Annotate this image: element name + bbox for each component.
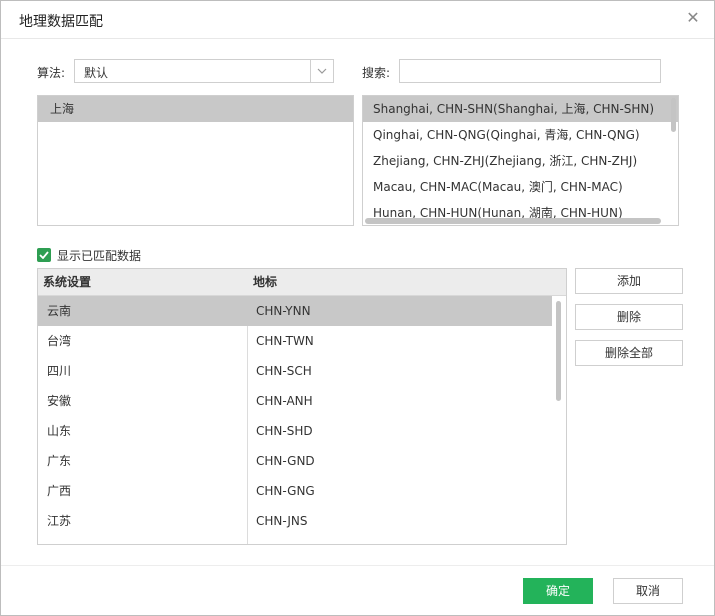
footer-divider <box>1 565 714 566</box>
table-row[interactable]: 云南 CHN-YNN <box>38 296 552 326</box>
list-item[interactable]: Zhejiang, CHN-ZHJ(Zhejiang, 浙江, CHN-ZHJ) <box>363 148 678 174</box>
dialog-title: 地理数据匹配 <box>19 14 103 30</box>
chevron-down-icon[interactable] <box>310 60 333 82</box>
table-row[interactable]: 安徽 CHN-ANH <box>38 386 552 416</box>
delete-button[interactable]: 删除 <box>575 304 683 330</box>
cancel-button[interactable]: 取消 <box>613 578 683 604</box>
geo-data-match-dialog: 地理数据匹配 ✕ 算法: 默认 搜索: 上海 Shanghai, CHN-SHN… <box>0 0 715 616</box>
table-body: 云南 CHN-YNN 台湾 CHN-TWN 四川 CHN-SCH 安徽 CHN-… <box>38 296 552 536</box>
table-row[interactable]: 四川 CHN-SCH <box>38 356 552 386</box>
table-vertical-scrollbar[interactable] <box>556 301 561 401</box>
cell-landmark: CHN-JNS <box>256 514 308 528</box>
cell-landmark: CHN-TWN <box>256 334 314 348</box>
cell-system: 山东 <box>47 424 72 438</box>
table-row[interactable]: 台湾 CHN-TWN <box>38 326 552 356</box>
cell-landmark: CHN-SHD <box>256 424 313 438</box>
list-item[interactable]: Macau, CHN-MAC(Macau, 澳门, CHN-MAC) <box>363 174 678 200</box>
cell-landmark: CHN-YNN <box>256 304 311 318</box>
search-input[interactable] <box>399 59 661 83</box>
list-item[interactable]: Shanghai, CHN-SHN(Shanghai, 上海, CHN-SHN) <box>363 96 678 122</box>
horizontal-scrollbar[interactable] <box>365 218 661 224</box>
algorithm-label: 算法: <box>37 66 66 80</box>
add-button[interactable]: 添加 <box>575 268 683 294</box>
cell-landmark: CHN-SCH <box>256 364 312 378</box>
cell-landmark: CHN-ANH <box>256 394 313 408</box>
checkbox-checked-icon[interactable] <box>37 248 51 262</box>
source-list[interactable]: 上海 <box>37 95 354 226</box>
cell-system: 广西 <box>47 484 72 498</box>
table-row[interactable]: 广东 CHN-GND <box>38 446 552 476</box>
list-item[interactable]: 上海 <box>38 96 353 122</box>
matched-data-table: 系统设置 地标 云南 CHN-YNN 台湾 CHN-TWN 四川 CHN-SCH… <box>37 268 567 545</box>
cell-system: 云南 <box>47 304 72 318</box>
list-item[interactable]: Qinghai, CHN-QNG(Qinghai, 青海, CHN-QNG) <box>363 122 678 148</box>
cell-landmark: CHN-GND <box>256 454 315 468</box>
match-candidate-list[interactable]: Shanghai, CHN-SHN(Shanghai, 上海, CHN-SHN)… <box>362 95 679 226</box>
table-row[interactable]: 江苏 CHN-JNS <box>38 506 552 536</box>
cell-system: 江苏 <box>47 514 72 528</box>
cell-system: 四川 <box>47 364 72 378</box>
ok-button[interactable]: 确定 <box>523 578 593 604</box>
delete-all-button[interactable]: 删除全部 <box>575 340 683 366</box>
title-divider <box>1 38 714 39</box>
algorithm-value: 默认 <box>84 66 109 80</box>
vertical-scrollbar[interactable] <box>671 98 676 132</box>
show-matched-label: 显示已匹配数据 <box>57 249 142 263</box>
cell-system: 安徽 <box>47 394 72 408</box>
cell-system: 广东 <box>47 454 72 468</box>
close-icon[interactable]: ✕ <box>684 9 702 27</box>
table-row[interactable]: 山东 CHN-SHD <box>38 416 552 446</box>
table-header: 系统设置 地标 <box>38 269 566 296</box>
table-row[interactable]: 广西 CHN-GNG <box>38 476 552 506</box>
cell-landmark: CHN-GNG <box>256 484 315 498</box>
algorithm-select[interactable]: 默认 <box>74 59 334 83</box>
column-header-system[interactable]: 系统设置 <box>43 269 91 295</box>
cell-system: 台湾 <box>47 334 72 348</box>
column-header-landmark[interactable]: 地标 <box>253 269 277 295</box>
search-label: 搜索: <box>362 66 391 80</box>
